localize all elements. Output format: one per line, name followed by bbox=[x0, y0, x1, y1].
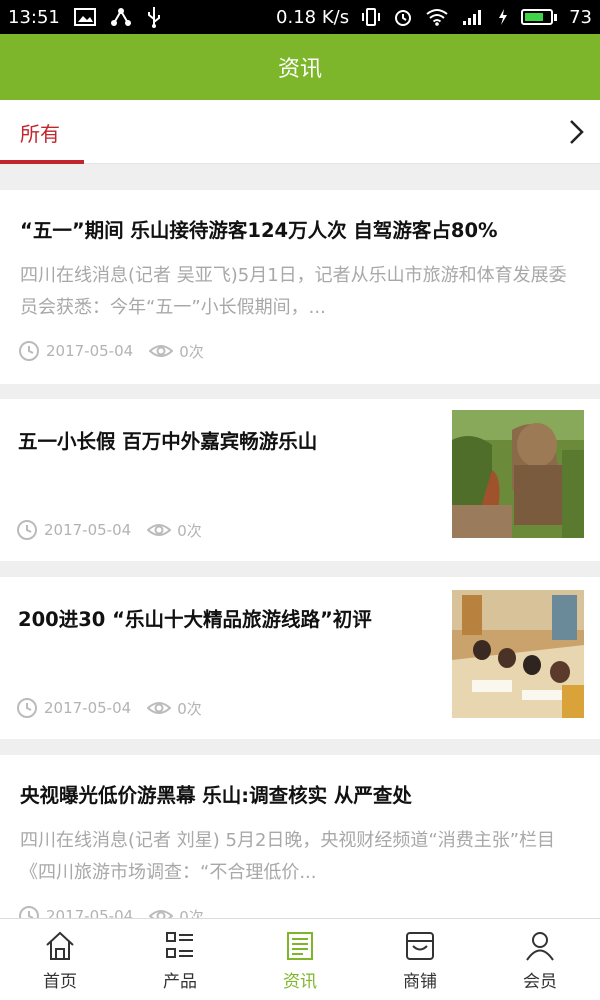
article-title[interactable]: 五一小长假 百万中外嘉宾畅游乐山 bbox=[18, 425, 317, 454]
news-icon bbox=[287, 932, 313, 960]
charging-icon bbox=[497, 8, 509, 26]
article-title[interactable]: 央视曝光低价游黑幕 乐山:调查核实 从严查处 bbox=[20, 779, 412, 808]
article-title[interactable]: “五一”期间 乐山接待游客124万人次 自驾游客占80% bbox=[20, 214, 498, 243]
page-header: 资讯 bbox=[0, 34, 600, 100]
article-date: 2017-05-04 bbox=[44, 699, 132, 717]
image-notification-icon bbox=[73, 8, 96, 26]
nav-member-label: 会员 bbox=[523, 972, 557, 992]
article-date: 2017-05-04 bbox=[44, 521, 132, 539]
signal-4g-icon bbox=[461, 8, 485, 26]
article-meta: 2017-05-04 0次 bbox=[16, 697, 202, 719]
article-title[interactable]: 200进30 “乐山十大精品旅游线路”初评 bbox=[18, 603, 372, 632]
network-speed: 0.18 K/s bbox=[276, 6, 350, 28]
nav-products-label: 产品 bbox=[163, 972, 197, 992]
article-views: 0次 bbox=[177, 699, 202, 718]
tab-all[interactable]: 所有 bbox=[0, 100, 84, 164]
article-views: 0次 bbox=[179, 342, 204, 361]
chevron-right-icon[interactable] bbox=[562, 118, 590, 146]
alarm-icon bbox=[393, 7, 413, 27]
home-icon bbox=[46, 931, 74, 960]
active-tab-indicator bbox=[0, 160, 84, 164]
article-meta: 2017-05-04 0次 bbox=[18, 340, 204, 362]
battery-icon bbox=[521, 9, 558, 25]
article-meta: 2017-05-04 0次 bbox=[16, 519, 202, 541]
article-date: 2017-05-04 bbox=[46, 342, 134, 360]
article-thumbnail[interactable] bbox=[452, 590, 584, 718]
nav-products[interactable]: 产品 bbox=[120, 919, 240, 1000]
article-summary: 四川在线消息(记者 刘星) 5月2日晚，央视财经频道“消费主张”栏目《四川旅游市… bbox=[20, 830, 556, 883]
clock-icon bbox=[17, 698, 37, 718]
nav-home-label: 首页 bbox=[43, 972, 77, 992]
nav-news[interactable]: 资讯 bbox=[240, 919, 360, 1000]
nav-member[interactable]: 会员 bbox=[480, 919, 600, 1000]
wifi-icon bbox=[425, 8, 449, 26]
share-notification-icon bbox=[110, 7, 132, 27]
vibrate-icon bbox=[361, 7, 381, 27]
article-summary: 四川在线消息(记者 吴亚飞)5月1日，记者从乐山市旅游和体育发展委员会获悉：今年… bbox=[20, 265, 567, 318]
nav-shops[interactable]: 商铺 bbox=[360, 919, 480, 1000]
eye-icon bbox=[147, 524, 172, 536]
article-views: 0次 bbox=[177, 521, 202, 540]
list-icon bbox=[166, 932, 193, 958]
clock-icon bbox=[17, 520, 37, 540]
page-title: 资讯 bbox=[277, 57, 322, 82]
bottom-nav: 首页 产品 资讯 商铺 会员 bbox=[0, 918, 600, 1000]
nav-news-label: 资讯 bbox=[283, 972, 317, 992]
nav-shops-label: 商铺 bbox=[403, 972, 437, 992]
tab-all-label: 所有 bbox=[20, 122, 60, 146]
status-time: 13:51 bbox=[8, 6, 60, 28]
shop-icon bbox=[406, 932, 434, 960]
eye-icon bbox=[147, 702, 172, 714]
eye-icon bbox=[149, 345, 174, 357]
article-card[interactable]: 五一小长假 百万中外嘉宾畅游乐山 2017-05-04 0次 bbox=[0, 399, 600, 561]
user-icon bbox=[526, 932, 554, 961]
article-card[interactable]: 央视曝光低价游黑幕 乐山:调查核实 从严查处 四川在线消息(记者 刘星) 5月2… bbox=[0, 755, 600, 926]
category-bar: 所有 bbox=[0, 100, 600, 164]
article-thumbnail[interactable] bbox=[452, 410, 584, 538]
usb-icon bbox=[146, 6, 162, 28]
clock-icon bbox=[19, 341, 39, 361]
nav-home[interactable]: 首页 bbox=[0, 919, 120, 1000]
battery-percent: 73 bbox=[569, 6, 592, 28]
article-card[interactable]: “五一”期间 乐山接待游客124万人次 自驾游客占80% 四川在线消息(记者 吴… bbox=[0, 190, 600, 384]
status-bar: 13:51 0.18 K/s 73 bbox=[0, 0, 600, 34]
article-card[interactable]: 200进30 “乐山十大精品旅游线路”初评 2017-05-04 0次 bbox=[0, 577, 600, 739]
